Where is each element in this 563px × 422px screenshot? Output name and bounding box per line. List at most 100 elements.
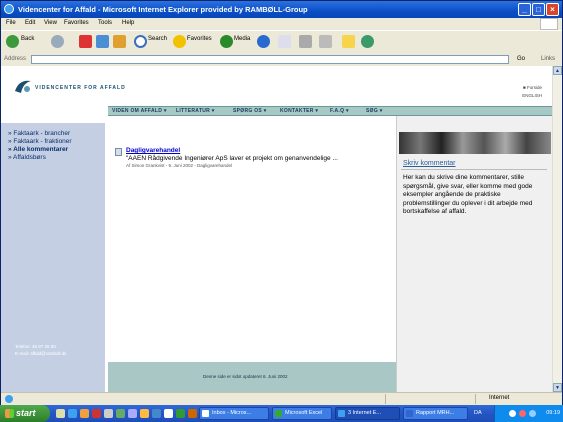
sidebar-item-faktaark-fraktioner[interactable]: » Faktaark - fraktioner <box>8 138 72 145</box>
comment-description: Her kan du skrive dine kommentarer, stil… <box>403 174 533 215</box>
status-divider <box>475 394 476 404</box>
stop-icon[interactable] <box>79 35 92 48</box>
system-tray: 09:19 <box>494 405 563 422</box>
ie-logo-icon <box>4 4 14 14</box>
quicklaunch-desktop-icon[interactable] <box>56 409 65 418</box>
menu-edit[interactable]: Edit <box>25 20 35 26</box>
menu-help[interactable]: Help <box>122 20 134 26</box>
print-icon[interactable] <box>299 35 312 48</box>
quicklaunch-icon[interactable] <box>140 409 149 418</box>
page-loaded-icon <box>5 395 13 403</box>
comment-panel: Skriv kommentar Her kan du skrive dine k… <box>396 116 552 392</box>
nav-soeg[interactable]: SØG ▾ <box>366 108 383 114</box>
nav-viden-om-affald[interactable]: VIDEN OM AFFALD ▾ <box>112 108 167 114</box>
sidebar-item-faktaark-brancher[interactable]: » Faktaark - brancher <box>8 130 70 137</box>
sidebar-item-alle-kommentarer[interactable]: » Alle kommentarer <box>8 146 68 153</box>
media-icon[interactable] <box>220 35 233 48</box>
favorites-star-icon[interactable] <box>173 35 186 48</box>
quicklaunch-icon[interactable] <box>92 409 101 418</box>
maximize-button[interactable]: □ <box>532 3 545 16</box>
edit-icon[interactable] <box>319 35 332 48</box>
refresh-icon[interactable] <box>96 35 109 48</box>
page-footer: Denne side er sidst opdateret 6. Juni 20… <box>108 362 396 392</box>
status-bar: Internet <box>1 392 562 405</box>
menu-bar: File Edit View Favorites Tools Help <box>1 18 562 29</box>
forward-arrow-icon[interactable] <box>51 35 64 48</box>
language-indicator[interactable]: DA <box>474 410 482 416</box>
back-button[interactable]: Back <box>21 36 34 42</box>
quicklaunch-outlook-icon[interactable] <box>80 409 89 418</box>
menu-favorites[interactable]: Favorites <box>64 20 89 26</box>
start-button[interactable]: start <box>0 405 50 422</box>
folder-icon[interactable] <box>342 35 355 48</box>
go-button[interactable]: Go <box>517 56 525 62</box>
security-zone: Internet <box>489 395 510 401</box>
back-arrow-icon[interactable] <box>6 35 19 48</box>
tray-clock: 09:19 <box>546 410 560 416</box>
mail-icon[interactable] <box>278 35 291 48</box>
quicklaunch-icon[interactable] <box>104 409 113 418</box>
quicklaunch-icon[interactable] <box>116 409 125 418</box>
search-icon[interactable] <box>134 35 147 48</box>
task-label: Microsoft Excel <box>285 410 323 416</box>
site-logo-text: VIDENCENTER FOR AFFALD <box>35 85 126 91</box>
quicklaunch-icon[interactable] <box>152 409 161 418</box>
nav-faq[interactable]: F.A.Q ▾ <box>330 108 349 114</box>
quicklaunch-icon[interactable] <box>164 409 173 418</box>
scroll-down-icon[interactable]: ▼ <box>553 383 562 392</box>
history-icon[interactable] <box>257 35 270 48</box>
tray-volume-icon[interactable] <box>529 410 536 417</box>
divider <box>401 169 547 170</box>
window-title: Videncenter for Affald - Microsoft Inter… <box>18 5 308 14</box>
outlook-icon <box>202 410 209 417</box>
write-comment-link[interactable]: Skriv kommentar <box>403 160 456 167</box>
ie-icon <box>338 410 345 417</box>
favorites-button[interactable]: Favorites <box>187 36 212 42</box>
taskbar-button-excel[interactable]: Microsoft Excel <box>272 407 332 420</box>
contact-email[interactable]: E-mail: affald@ramboll.dk <box>15 351 67 356</box>
quicklaunch-icon[interactable] <box>128 409 137 418</box>
taskbar: start Inbox - Micros... Microsoft Excel … <box>0 405 563 422</box>
sidebar-item-affaldsboers[interactable]: » Affaldsbørs <box>8 154 46 161</box>
article-title-link[interactable]: Dagligvarehandel <box>126 147 180 154</box>
contact-phone: Telefon: 45 97 26 00 <box>15 344 56 349</box>
home-icon[interactable] <box>113 35 126 48</box>
nav-spoerg-os[interactable]: SPØRG OS ▾ <box>233 108 267 114</box>
document-icon <box>115 148 122 156</box>
taskbar-button-rapport[interactable]: Rapport MRH... <box>403 407 468 420</box>
vertical-scrollbar[interactable]: ▲ ▼ <box>552 66 562 392</box>
page-content: VIDENCENTER FOR AFFALD ■ Forside ENGLISH… <box>1 66 552 392</box>
messenger-icon[interactable] <box>361 35 374 48</box>
links-button[interactable]: Links <box>541 56 555 62</box>
nav-kontakter[interactable]: KONTAKTER ▾ <box>280 108 318 114</box>
quicklaunch-icon[interactable] <box>176 409 185 418</box>
media-button[interactable]: Media <box>234 36 250 42</box>
task-label: Rapport MRH... <box>416 410 455 416</box>
status-divider <box>385 394 386 404</box>
banner-photo <box>399 132 551 154</box>
windows-logo-icon <box>540 18 558 30</box>
taskbar-button-inbox[interactable]: Inbox - Micros... <box>199 407 269 420</box>
windows-flag-icon <box>5 409 14 418</box>
tray-network-icon[interactable] <box>509 410 516 417</box>
footer-updated-text: Denne side er sidst opdateret 6. Juni 20… <box>203 374 288 379</box>
address-input[interactable] <box>31 55 509 64</box>
task-label: Inbox - Micros... <box>212 410 252 416</box>
tray-antivirus-icon[interactable] <box>519 410 526 417</box>
quicklaunch-ie-icon[interactable] <box>68 409 77 418</box>
taskbar-button-internet-explorer[interactable]: 3 Internet E... <box>335 407 400 420</box>
address-bar: Address Go Links <box>1 54 562 66</box>
scroll-up-icon[interactable]: ▲ <box>553 66 562 75</box>
menu-file[interactable]: File <box>6 20 16 26</box>
minimize-button[interactable]: _ <box>518 3 531 16</box>
close-button[interactable]: × <box>546 3 559 16</box>
menu-tools[interactable]: Tools <box>98 20 112 26</box>
forside-link[interactable]: ■ Forside <box>523 85 542 90</box>
nav-litteratur[interactable]: LITTERATUR ▾ <box>176 108 215 114</box>
toolbar: Back Search Favorites Media <box>1 30 562 55</box>
english-link[interactable]: ENGLISH <box>522 93 542 98</box>
article-excerpt: "AAEN Rådgivende Ingeniører ApS laver et… <box>126 155 338 162</box>
quicklaunch-icon[interactable] <box>188 409 197 418</box>
search-button[interactable]: Search <box>148 36 167 42</box>
menu-view[interactable]: View <box>44 20 57 26</box>
